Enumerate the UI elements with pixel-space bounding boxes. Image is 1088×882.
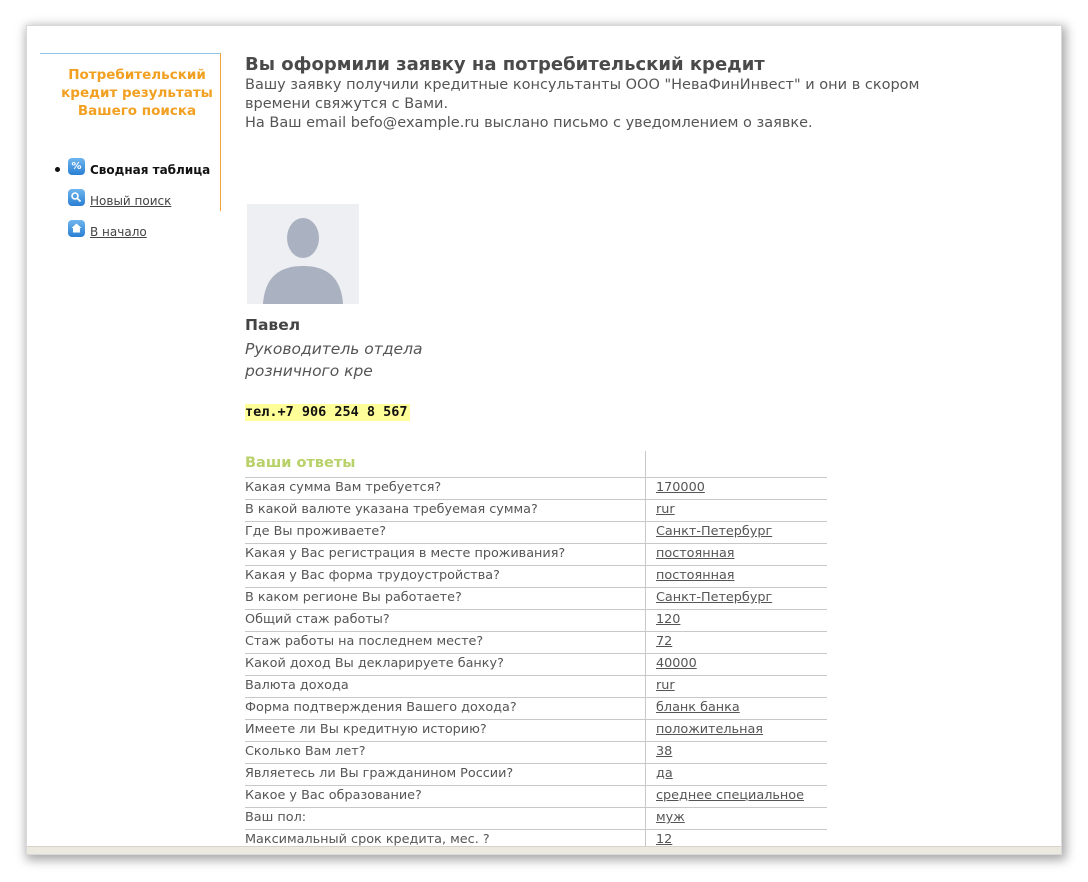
table-row: Форма подтверждения Вашего дохода? бланк … — [245, 697, 827, 719]
table-row: Какая сумма Вам требуется? 170000 — [245, 477, 827, 499]
answer-link[interactable]: среднее специальное — [656, 786, 804, 806]
question-cell: Общий стаж работы? — [245, 612, 390, 627]
question-cell: Какое у Вас образование? — [245, 788, 422, 803]
question-cell: Имеете ли Вы кредитную историю? — [245, 722, 487, 737]
new-search-link[interactable]: Новый поиск — [90, 194, 171, 208]
status-bar — [27, 846, 1061, 854]
question-cell: Форма подтверждения Вашего дохода? — [245, 700, 517, 715]
table-row: Сколько Вам лет? 38 — [245, 741, 827, 763]
answer-link[interactable]: rur — [656, 500, 675, 520]
question-cell: Какая у Вас регистрация в месте проживан… — [245, 546, 566, 561]
answer-link[interactable]: положительная — [656, 720, 763, 740]
consultant-phone: тел.+7 906 254 8 567 — [245, 404, 410, 421]
percent-icon: % — [68, 158, 85, 175]
answer-link[interactable]: 72 — [656, 632, 672, 652]
question-cell: Какой доход Вы декларируете банку? — [245, 656, 504, 671]
sidebar: Потребительский кредит результаты Вашего… — [40, 53, 221, 239]
table-row: Какой доход Вы декларируете банку? 40000 — [245, 653, 827, 675]
table-row: В каком регионе Вы работаете? Санкт-Петер… — [245, 587, 827, 609]
table-row: Где Вы проживаете? Санкт-Петербург — [245, 521, 827, 543]
search-icon — [68, 189, 85, 206]
avatar — [247, 204, 359, 304]
table-row: Какая у Вас форма трудоустройства? постоя… — [245, 565, 827, 587]
home-icon — [68, 220, 85, 237]
answer-link[interactable]: бланк банка — [656, 698, 740, 718]
sidebar-title: Потребительский кредит результаты Вашего… — [61, 67, 213, 119]
answer-link[interactable]: муж — [656, 808, 685, 828]
home-link[interactable]: В начало — [90, 225, 147, 239]
answer-link[interactable]: 40000 — [656, 654, 697, 674]
browser-window: Потребительский кредит результаты Вашего… — [27, 26, 1061, 854]
consultant-name: Павел — [245, 316, 301, 334]
confirmation-message: Вашу заявку получили кредитные консульта… — [245, 76, 975, 133]
answers-table: Ваши ответы Какая сумма Вам требуется? 17… — [245, 451, 827, 854]
answers-header: Ваши ответы — [245, 451, 827, 477]
table-row: Общий стаж работы? 120 — [245, 609, 827, 631]
answer-link[interactable]: Санкт-Петербург — [656, 588, 772, 608]
page-title: Вы оформили заявку на потребительский кр… — [245, 54, 765, 75]
table-row: Валюта дохода rur — [245, 675, 827, 697]
message-line-2: На Ваш email befo@example.ru выслано пис… — [245, 115, 813, 131]
answers-title: Ваши ответы — [245, 455, 356, 471]
question-cell: Стаж работы на последнем месте? — [245, 634, 484, 649]
table-row: В какой валюте указана требуемая сумма? r… — [245, 499, 827, 521]
answer-link[interactable]: 120 — [656, 610, 680, 630]
question-cell: В какой валюте указана требуемая сумма? — [245, 502, 538, 517]
question-cell: В каком регионе Вы работаете? — [245, 590, 462, 605]
table-row: Являетесь ли Вы гражданином России? да — [245, 763, 827, 785]
consultant-role: Руководитель отдела розничного кре — [245, 340, 423, 380]
table-row: Имеете ли Вы кредитную историю? положител… — [245, 719, 827, 741]
question-cell: Валюта дохода — [245, 678, 349, 693]
answer-link[interactable]: постоянная — [656, 566, 735, 586]
question-cell: Какая у Вас форма трудоустройства? — [245, 568, 500, 583]
answer-link[interactable]: постоянная — [656, 544, 735, 564]
answer-link[interactable]: 170000 — [656, 478, 705, 498]
answer-link[interactable]: 38 — [656, 742, 672, 762]
answer-link[interactable]: да — [656, 764, 673, 784]
table-row: Ваш пол: муж — [245, 807, 827, 829]
question-cell: Ваш пол: — [245, 810, 307, 825]
question-cell: Сколько Вам лет? — [245, 744, 366, 759]
answer-link[interactable]: Санкт-Петербург — [656, 522, 772, 542]
question-cell: Где Вы проживаете? — [245, 524, 387, 539]
table-row: Какая у Вас регистрация в месте проживан… — [245, 543, 827, 565]
question-cell: Являетесь ли Вы гражданином России? — [245, 766, 514, 781]
sidebar-item-label: Сводная таблица — [90, 163, 211, 177]
message-line-1: Вашу заявку получили кредитные консульта… — [245, 77, 920, 112]
table-row: Стаж работы на последнем месте? 72 — [245, 631, 827, 653]
answer-link[interactable]: rur — [656, 676, 675, 696]
table-row: Какое у Вас образование? среднее специаль… — [245, 785, 827, 807]
question-cell: Какая сумма Вам требуется? — [245, 480, 442, 495]
bullet-icon — [55, 167, 60, 172]
